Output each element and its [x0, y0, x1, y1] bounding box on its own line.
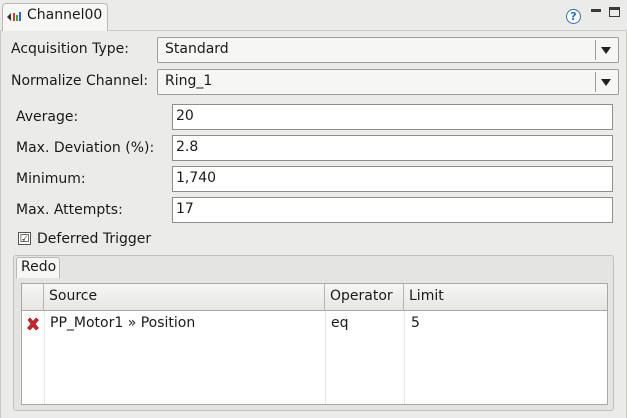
- view-title: Channel00: [27, 7, 103, 23]
- max-attempts-field[interactable]: 17: [172, 197, 613, 223]
- row-source: PP_Motor1 » Position: [50, 315, 196, 331]
- max-deviation-field[interactable]: 2.8: [172, 135, 613, 161]
- average-value: 20: [176, 108, 194, 124]
- maximize-icon[interactable]: [609, 7, 620, 17]
- column-header-icon[interactable]: [22, 284, 44, 311]
- minimize-icon[interactable]: [591, 9, 601, 12]
- channel-view-icon: [7, 12, 21, 21]
- max-attempts-label: Max. Attempts:: [16, 202, 123, 218]
- redo-table: Source Operator Limit PP_Motor1 » Positi…: [21, 283, 608, 405]
- acquisition-type-value: Standard: [165, 41, 229, 57]
- delete-x-icon[interactable]: [26, 317, 40, 331]
- deferred-trigger-checkbox[interactable]: ☑: [18, 232, 31, 245]
- average-label: Average:: [16, 109, 79, 125]
- column-header-operator[interactable]: Operator: [325, 284, 404, 311]
- normalize-channel-value: Ring_1: [165, 73, 213, 89]
- max-deviation-label: Max. Deviation (%):: [16, 140, 155, 156]
- tab-redo-label: Redo: [21, 259, 57, 275]
- table-header: Source Operator Limit: [22, 284, 607, 311]
- max-attempts-value: 17: [176, 201, 194, 217]
- normalize-channel-select[interactable]: Ring_1: [157, 69, 619, 95]
- chevron-down-icon[interactable]: [595, 40, 616, 60]
- help-icon[interactable]: ?: [566, 9, 581, 24]
- chevron-down-icon[interactable]: [595, 72, 616, 92]
- normalize-channel-label: Normalize Channel:: [11, 73, 149, 89]
- minimum-value: 1,740: [176, 170, 217, 186]
- row-limit: 5: [411, 315, 420, 331]
- tab-redo[interactable]: Redo: [16, 257, 60, 278]
- column-header-source[interactable]: Source: [44, 284, 325, 311]
- column-header-limit[interactable]: Limit: [404, 284, 607, 311]
- max-deviation-value: 2.8: [176, 139, 199, 155]
- minimum-field[interactable]: 1,740: [172, 166, 613, 192]
- acquisition-type-select[interactable]: Standard: [157, 37, 619, 63]
- average-field[interactable]: 20: [172, 104, 613, 130]
- row-operator: eq: [331, 315, 349, 331]
- table-row[interactable]: PP_Motor1 » Position eq 5: [22, 311, 607, 339]
- minimum-label: Minimum:: [16, 171, 86, 187]
- deferred-trigger-label[interactable]: Deferred Trigger: [37, 231, 151, 247]
- acquisition-type-label: Acquisition Type:: [11, 41, 130, 57]
